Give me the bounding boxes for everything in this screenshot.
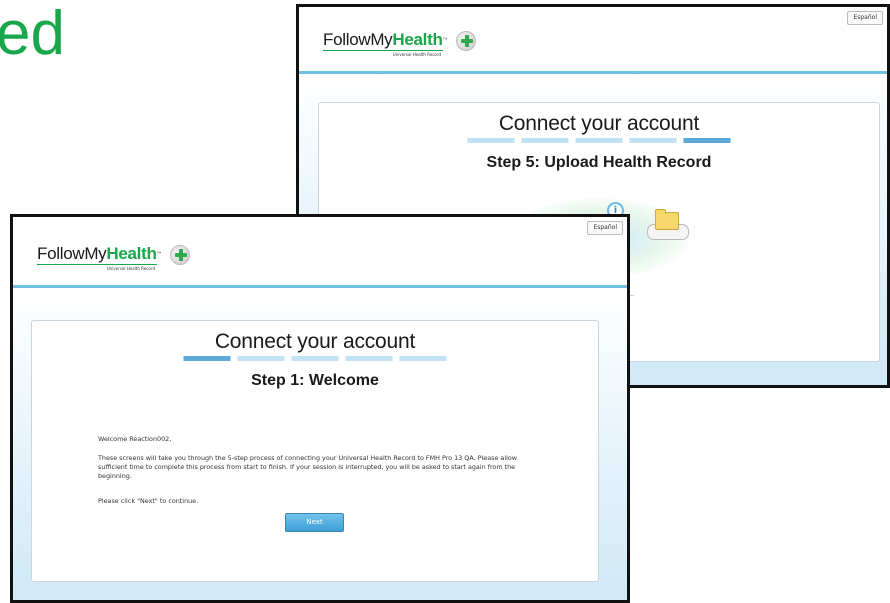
progress-segment xyxy=(521,138,569,143)
plus-cross-icon xyxy=(170,245,190,265)
language-button[interactable]: Español xyxy=(847,11,883,25)
progress-segment xyxy=(575,138,623,143)
language-button[interactable]: Español xyxy=(587,221,623,235)
progress-segment xyxy=(629,138,677,143)
intro-paragraph: These screens will take you through the … xyxy=(98,454,518,480)
progress-segment xyxy=(345,356,393,361)
progress-segment xyxy=(291,356,339,361)
step-progress xyxy=(183,356,447,361)
logo-subtitle: Universal Health Record xyxy=(37,264,157,271)
page-body: Connect your account Step 1: Welcome Wel… xyxy=(13,288,627,600)
slide-title: ed xyxy=(0,0,65,68)
header: Español FollowMyHealth™ Universal Health… xyxy=(13,217,627,288)
instruction-text: Please click "Next" to continue. xyxy=(98,497,199,505)
header: Español FollowMyHealth™ Universal Health… xyxy=(299,7,887,74)
page-title: Connect your account xyxy=(214,330,416,353)
logo-wordmark: FollowMyHealth™ xyxy=(323,30,448,49)
followmyhealth-logo: FollowMyHealth™ Universal Health Record xyxy=(323,30,476,57)
content-panel: Connect your account Step 1: Welcome Wel… xyxy=(31,320,599,582)
progress-segment xyxy=(237,356,285,361)
followmyhealth-logo: FollowMyHealth™ Universal Health Record xyxy=(37,244,190,271)
next-button[interactable]: Next xyxy=(285,513,344,532)
progress-segment xyxy=(467,138,515,143)
page-title: Connect your account xyxy=(498,112,700,135)
logo-wordmark: FollowMyHealth™ xyxy=(37,244,162,263)
front-window: Español FollowMyHealth™ Universal Health… xyxy=(10,214,630,603)
folder-cloud-icon xyxy=(647,209,689,240)
progress-segment-active xyxy=(683,138,731,143)
logo-subtitle: Universal Health Record xyxy=(323,50,443,57)
welcome-message: Welcome Reaction002, xyxy=(98,435,172,443)
progress-segment-active xyxy=(183,356,231,361)
step-label: Step 5: Upload Health Record xyxy=(486,154,712,171)
step-progress xyxy=(467,138,731,143)
plus-cross-icon xyxy=(456,31,476,51)
progress-segment xyxy=(399,356,447,361)
step-label: Step 1: Welcome xyxy=(251,372,379,389)
